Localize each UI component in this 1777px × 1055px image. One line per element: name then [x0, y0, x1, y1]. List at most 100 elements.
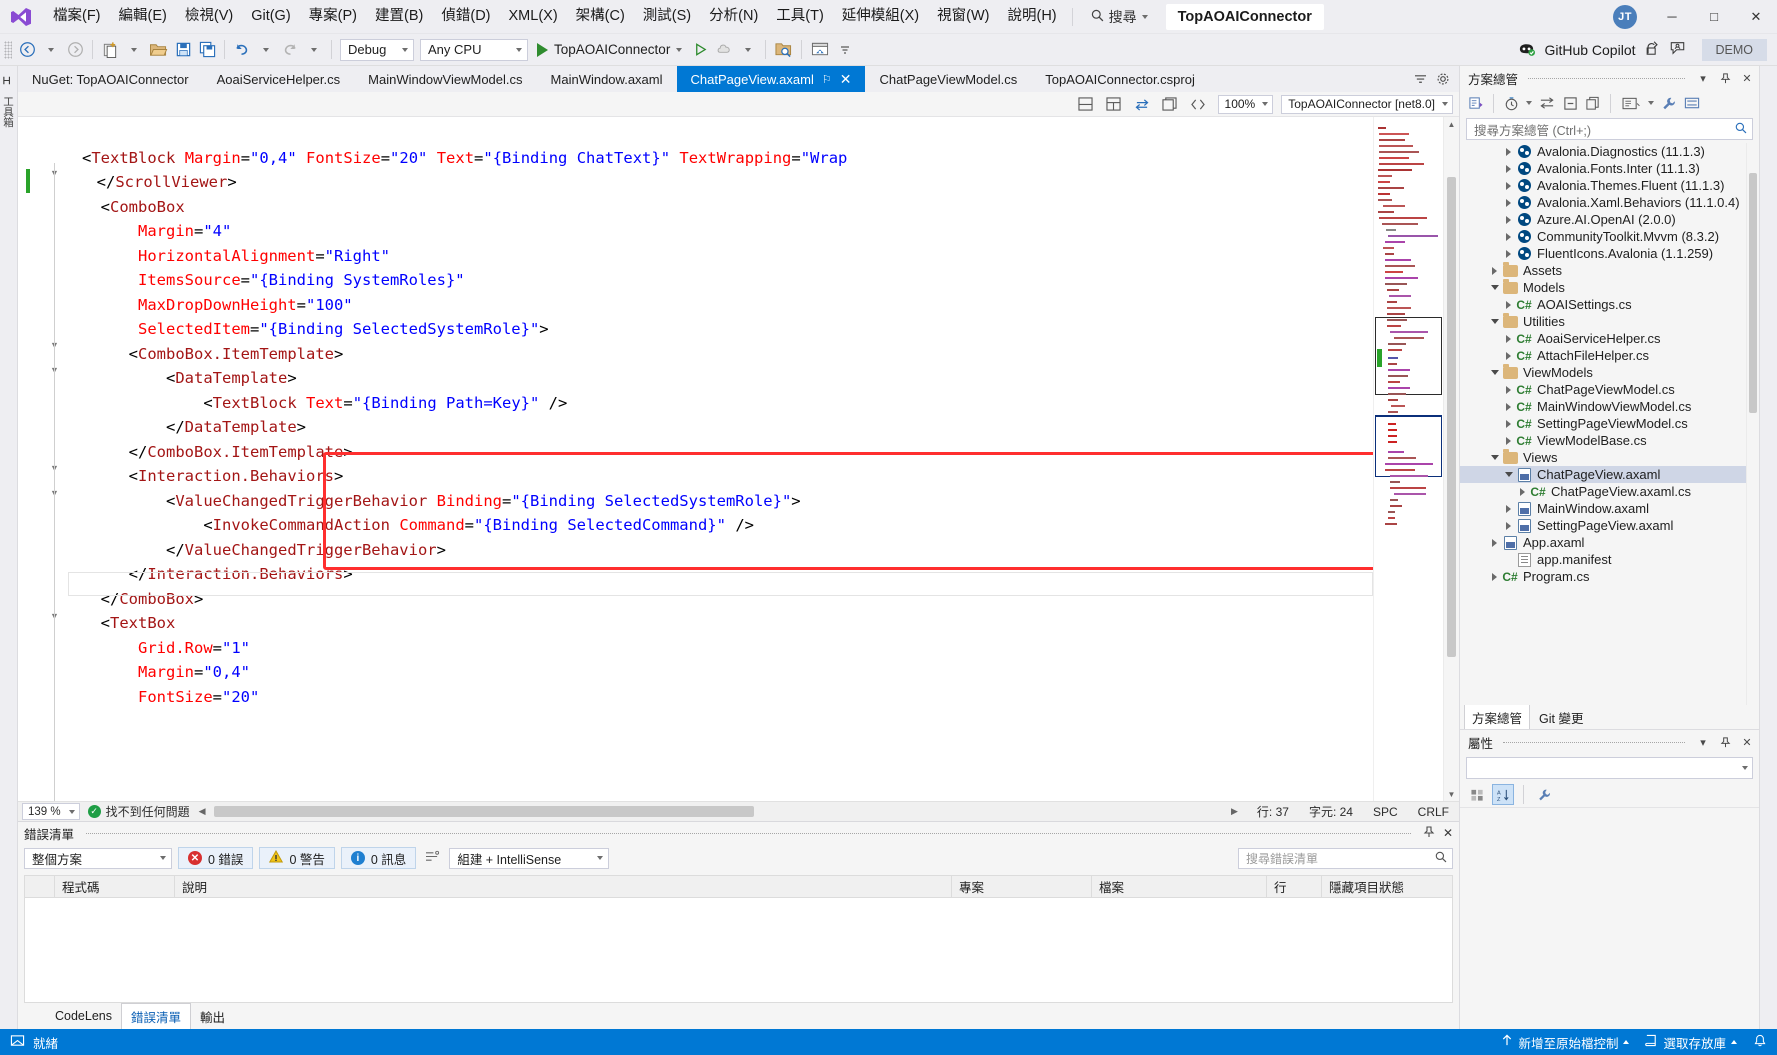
split-vertical-icon[interactable]	[1102, 94, 1126, 114]
tab-list-icon[interactable]	[1414, 73, 1427, 88]
menu-item-extensions[interactable]: 延伸模組(X)	[833, 4, 928, 29]
menu-item-view[interactable]: 檢視(V)	[176, 4, 242, 29]
expander-collapsed-icon[interactable]	[1502, 300, 1515, 309]
expander-collapsed-icon[interactable]	[1488, 538, 1501, 547]
expander-collapsed-icon[interactable]	[1502, 164, 1515, 173]
copilot-label[interactable]: GitHub Copilot	[1544, 42, 1635, 58]
bottom-tab-output[interactable]: 輸出	[191, 1004, 234, 1029]
avatar[interactable]: JT	[1613, 4, 1637, 29]
tree-item[interactable]: C# ViewModelBase.cs	[1460, 432, 1759, 449]
tab-mainwindowviewmodel[interactable]: MainWindowViewModel.cs	[354, 66, 537, 92]
code-editor[interactable]: ▼ ▼ ▼ ▼ ▼ ▼ <TextBlock Margin="0,4" Font…	[18, 117, 1459, 801]
solution-explorer-tree[interactable]: Avalonia.Diagnostics (11.1.3) Avalonia.Fo…	[1460, 143, 1759, 705]
tab-chatpageview-axaml[interactable]: ChatPageView.axaml ⚐ ✕	[676, 66, 866, 92]
hot-reload-button[interactable]	[712, 37, 736, 63]
properties-wrench-icon[interactable]	[1658, 93, 1680, 114]
dock-tab-git-changes[interactable]: Git 變更	[1532, 705, 1590, 730]
navigate-back-button[interactable]	[15, 37, 39, 63]
expander-expanded-icon[interactable]	[1488, 370, 1501, 375]
tree-item[interactable]: ChatPageView.axaml	[1460, 466, 1759, 483]
pending-changes-icon[interactable]	[1500, 93, 1522, 114]
expander-collapsed-icon[interactable]	[1502, 521, 1515, 530]
expander-collapsed-icon[interactable]	[1502, 249, 1515, 258]
navigate-back-dropdown[interactable]	[39, 37, 63, 63]
live-visual-tree-button[interactable]	[807, 37, 833, 63]
maximize-button[interactable]: □	[1693, 0, 1735, 34]
toolbox-rail[interactable]: 工具箱	[0, 66, 18, 1029]
save-all-button[interactable]	[195, 37, 219, 63]
new-project-button[interactable]	[98, 37, 122, 63]
home-icon[interactable]	[1465, 93, 1487, 114]
expander-expanded-icon[interactable]	[1488, 455, 1501, 460]
group-by-icon[interactable]	[422, 850, 443, 866]
show-all-files-icon[interactable]	[1582, 93, 1604, 114]
feedback-icon[interactable]	[1669, 40, 1686, 59]
new-project-dropdown[interactable]	[122, 37, 146, 63]
scroll-thumb[interactable]	[1749, 173, 1757, 413]
right-rail[interactable]	[1759, 66, 1777, 1029]
scroll-thumb[interactable]	[1447, 177, 1456, 657]
tree-item[interactable]: SettingPageView.axaml	[1460, 517, 1759, 534]
menu-item-tools[interactable]: 工具(T)	[767, 4, 833, 29]
scroll-up-arrow-icon[interactable]: ▲	[1444, 117, 1459, 131]
column-project[interactable]: 專案	[952, 876, 1092, 897]
preview-selected-items-icon[interactable]	[1681, 93, 1703, 114]
messages-filter-button[interactable]: i 0 訊息	[340, 847, 417, 869]
close-icon[interactable]: ✕	[1443, 826, 1453, 840]
expander-collapsed-icon[interactable]	[1488, 266, 1501, 275]
editor-zoom-combo[interactable]: 139 %	[22, 803, 80, 820]
expander-collapsed-icon[interactable]	[1516, 487, 1529, 496]
editor-horizontal-scrollbar[interactable]: ◀ ▶	[195, 804, 1241, 819]
tree-item[interactable]: Avalonia.Xaml.Behaviors (11.1.0.4)	[1460, 194, 1759, 211]
expander-collapsed-icon[interactable]	[1502, 436, 1515, 445]
close-icon[interactable]: ✕	[1739, 734, 1755, 750]
sync-with-active-document-icon[interactable]	[1536, 93, 1558, 114]
errors-filter-button[interactable]: ✕ 0 錯誤	[178, 847, 254, 869]
overflow-icon[interactable]: ▾	[1695, 734, 1711, 750]
close-icon[interactable]: ✕	[840, 72, 852, 86]
expander-collapsed-icon[interactable]	[1488, 572, 1501, 581]
open-file-button[interactable]	[146, 37, 171, 63]
view-switcher-dropdown[interactable]	[1645, 93, 1657, 114]
menu-item-architecture[interactable]: 架構(C)	[567, 4, 634, 29]
pin-icon[interactable]	[1717, 734, 1733, 750]
error-search-input[interactable]: 搜尋錯誤清單	[1238, 847, 1453, 869]
pin-icon[interactable]	[1717, 70, 1733, 86]
tree-item[interactable]: Models	[1460, 278, 1759, 296]
expander-expanded-icon[interactable]	[1502, 472, 1515, 477]
error-grid-body[interactable]	[25, 898, 1452, 1002]
tab-chatpageviewmodel[interactable]: ChatPageViewModel.cs	[865, 66, 1032, 92]
menu-item-build[interactable]: 建置(B)	[366, 4, 432, 29]
editor-minimap[interactable]	[1373, 117, 1443, 801]
tree-item[interactable]: Views	[1460, 448, 1759, 466]
pin-icon[interactable]	[1423, 825, 1435, 841]
error-list-grid[interactable]: 程式碼 說明 專案 檔案 行 隱藏項目狀態	[24, 875, 1453, 1003]
save-button[interactable]	[171, 37, 195, 63]
tab-csproj[interactable]: TopAOAIConnector.csproj	[1031, 66, 1209, 92]
target-framework-combo[interactable]: TopAOAIConnector [net8.0]	[1281, 94, 1453, 114]
expander-collapsed-icon[interactable]	[1502, 385, 1515, 394]
minimize-button[interactable]: ─	[1651, 0, 1693, 34]
tree-item[interactable]: CommunityToolkit.Mvvm (8.3.2)	[1460, 228, 1759, 245]
column-icon[interactable]	[25, 876, 55, 897]
menu-item-xml[interactable]: XML(X)	[500, 4, 567, 29]
tree-item[interactable]: Avalonia.Themes.Fluent (11.1.3)	[1460, 177, 1759, 194]
editor-fold-gutter[interactable]: ▼ ▼ ▼ ▼ ▼ ▼	[44, 117, 68, 801]
collapse-all-icon[interactable]	[1559, 93, 1581, 114]
share-icon[interactable]	[1644, 40, 1661, 59]
tree-item[interactable]: Avalonia.Fonts.Inter (11.1.3)	[1460, 160, 1759, 177]
toolbar-overflow-button[interactable]	[833, 37, 857, 63]
menu-item-git[interactable]: Git(G)	[242, 4, 299, 29]
expander-collapsed-icon[interactable]	[1502, 334, 1515, 343]
expander-collapsed-icon[interactable]	[1502, 198, 1515, 207]
fold-arrow-icon[interactable]: ▼	[49, 167, 60, 178]
code-view-icon[interactable]	[1186, 94, 1210, 114]
warnings-filter-button[interactable]: 0 警告	[259, 847, 335, 869]
pin-icon[interactable]: ⚐	[822, 73, 832, 86]
properties-grid[interactable]	[1460, 808, 1759, 1029]
tree-item[interactable]: C# ChatPageViewModel.cs	[1460, 381, 1759, 398]
tree-item[interactable]: Utilities	[1460, 312, 1759, 330]
dock-tab-solution-explorer[interactable]: 方案總管	[1464, 704, 1531, 730]
expander-collapsed-icon[interactable]	[1502, 351, 1515, 360]
hot-reload-dropdown[interactable]	[736, 37, 760, 63]
